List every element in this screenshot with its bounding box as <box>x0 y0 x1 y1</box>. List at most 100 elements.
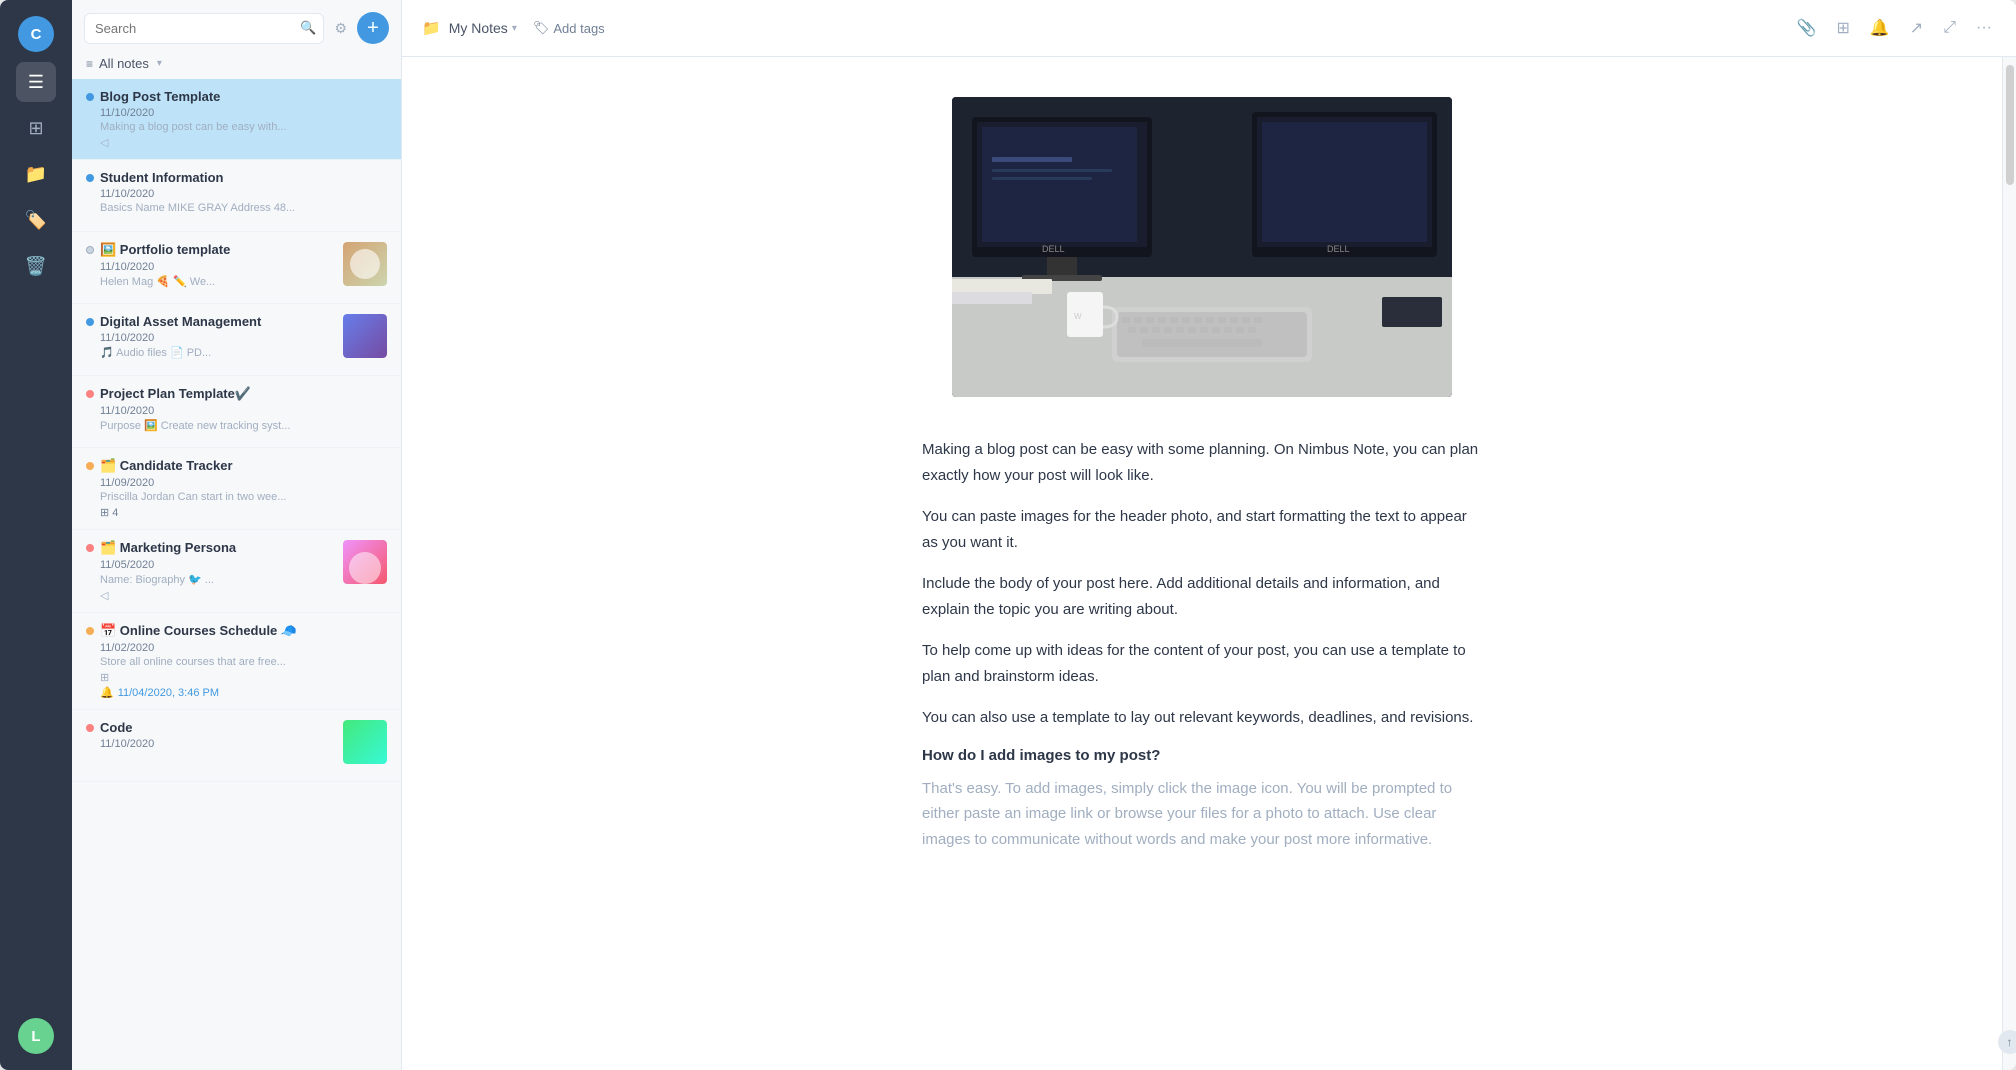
note-dot-red <box>86 724 94 732</box>
app-container: C ☰ ⊞ 📁 🏷️ 🗑️ L 🔍 ⚙ + ≡ All notes ▾ <box>0 0 2016 1070</box>
note-title: 🖼️ Portfolio template <box>100 242 343 258</box>
notes-panel: 🔍 ⚙ + ≡ All notes ▾ Blog Post Template 1… <box>72 0 402 1070</box>
search-input[interactable] <box>84 13 324 44</box>
note-dot-blue <box>86 174 94 182</box>
sidebar-item-folder[interactable]: 📁 <box>16 154 56 194</box>
note-share-icon: ◁ <box>86 136 387 149</box>
all-notes-header[interactable]: ≡ All notes ▾ <box>72 52 401 79</box>
notes-list-icon: ≡ <box>86 57 93 71</box>
toolbar-right: 📎 ⊞ 🔔 ↗ ⤢ ··· <box>1793 14 1996 42</box>
note-date: 11/10/2020 <box>86 261 343 273</box>
note-paragraph-2: You can paste images for the header phot… <box>922 504 1482 555</box>
all-notes-label: All notes <box>99 56 149 71</box>
note-dot-gray <box>86 246 94 254</box>
sidebar-item-menu[interactable]: ☰ <box>16 62 56 102</box>
note-preview: Making a blog post can be easy with... <box>86 121 387 133</box>
note-title: 🗂️ Candidate Tracker <box>100 458 387 474</box>
note-body: Making a blog post can be easy with some… <box>922 437 1482 852</box>
note-preview: Basics Name MIKE GRAY Address 48... <box>86 202 387 214</box>
note-title: Blog Post Template <box>100 89 387 104</box>
svg-text:DELL: DELL <box>1042 244 1065 254</box>
note-paragraph-4: To help come up with ideas for the conte… <box>922 638 1482 689</box>
note-date: 11/10/2020 <box>86 405 387 417</box>
note-item-project-plan-template[interactable]: Project Plan Template✔️ 11/10/2020 Purpo… <box>72 376 401 448</box>
sidebar-item-tags[interactable]: 🏷️ <box>16 200 56 240</box>
icon-bar: C ☰ ⊞ 📁 🏷️ 🗑️ L <box>0 0 72 1070</box>
content-toolbar: 📁 My Notes ▾ 🏷 Add tags 📎 ⊞ 🔔 ↗ ⤢ ··· <box>402 0 2016 57</box>
note-paragraph-5: You can also use a template to lay out r… <box>922 705 1482 731</box>
note-item-candidate-tracker[interactable]: 🗂️ Candidate Tracker 11/09/2020 Priscill… <box>72 448 401 530</box>
note-date: 11/10/2020 <box>86 738 343 750</box>
note-thumbnail <box>343 540 387 584</box>
note-thumbnail <box>343 314 387 358</box>
note-dot-orange <box>86 462 94 470</box>
note-item-blog-post-template[interactable]: Blog Post Template 11/10/2020 Making a b… <box>72 79 401 160</box>
note-thumbnail <box>343 720 387 764</box>
breadcrumb: My Notes ▾ <box>449 20 517 36</box>
note-dot-orange <box>86 627 94 635</box>
note-title: Digital Asset Management <box>100 314 343 329</box>
note-date: 11/10/2020 <box>86 332 343 344</box>
note-content-scroll[interactable]: W DELL DELL Making a blog post can be ea… <box>402 57 2002 1070</box>
notifications-icon[interactable]: 🔔 <box>1866 14 1894 42</box>
main-content: 📁 My Notes ▾ 🏷 Add tags 📎 ⊞ 🔔 ↗ ⤢ ··· <box>402 0 2016 1070</box>
note-shared-date: 🔔11/04/2020, 3:46 PM <box>86 686 387 699</box>
note-share-icon: ◁ <box>86 589 343 602</box>
breadcrumb-chevron-icon[interactable]: ▾ <box>512 23 517 34</box>
note-preview: Priscilla Jordan Can start in two wee... <box>86 491 387 503</box>
note-date: 11/02/2020 <box>86 642 387 654</box>
note-count-badge: ⊞4 <box>86 506 387 519</box>
search-bar: 🔍 ⚙ + <box>72 0 401 52</box>
note-title: 🗂️ Marketing Persona <box>100 540 343 556</box>
note-item-online-courses-schedule[interactable]: 📅 Online Courses Schedule 🧢 11/02/2020 S… <box>72 613 401 710</box>
note-shared-indicator: ⊞ <box>86 671 387 684</box>
note-preview: Purpose 🖼️ Create new tracking syst... <box>86 419 387 432</box>
scrollbar-thumb[interactable] <box>2006 65 2014 185</box>
note-title: Student Information <box>100 170 387 185</box>
add-note-button[interactable]: + <box>357 12 389 44</box>
share-icon[interactable]: ↗ <box>1906 14 1927 42</box>
all-notes-chevron-icon: ▾ <box>157 58 162 69</box>
sidebar-item-grid[interactable]: ⊞ <box>16 108 56 148</box>
note-preview: Name: Biography 🐦 ... <box>86 573 343 586</box>
more-options-icon[interactable]: ··· <box>1972 15 1996 41</box>
note-date: 11/10/2020 <box>86 188 387 200</box>
note-dot-red <box>86 544 94 552</box>
note-date: 11/09/2020 <box>86 477 387 489</box>
svg-text:DELL: DELL <box>1327 244 1350 254</box>
note-preview: Store all online courses that are free..… <box>86 656 387 668</box>
sidebar-item-trash[interactable]: 🗑️ <box>16 246 56 286</box>
note-heading-images: How do I add images to my post? <box>922 747 1482 764</box>
attach-icon[interactable]: 📎 <box>1793 14 1821 42</box>
svg-text:W: W <box>1074 312 1082 321</box>
note-item-portfolio-template[interactable]: 🖼️ Portfolio template 11/10/2020 Helen M… <box>72 232 401 304</box>
note-thumbnail <box>343 242 387 286</box>
scrollbar-area: ↑ <box>2002 57 2016 1070</box>
notes-list: Blog Post Template 11/10/2020 Making a b… <box>72 79 401 1070</box>
note-item-marketing-persona[interactable]: 🗂️ Marketing Persona 11/05/2020 Name: Bi… <box>72 530 401 613</box>
grid-view-icon[interactable]: ⊞ <box>1832 14 1853 42</box>
user-avatar-bottom[interactable]: L <box>18 1018 54 1054</box>
user-avatar-top[interactable]: C <box>18 16 54 52</box>
note-preview: Helen Mag 🍕 ✏️ We... <box>86 275 343 288</box>
note-dot-blue <box>86 318 94 326</box>
note-title: Project Plan Template✔️ <box>100 386 387 402</box>
note-item-code[interactable]: Code 11/10/2020 <box>72 710 401 782</box>
note-item-student-information[interactable]: Student Information 11/10/2020 Basics Na… <box>72 160 401 232</box>
note-date: 11/05/2020 <box>86 559 343 571</box>
scroll-to-top-button[interactable]: ↑ <box>1998 1030 2016 1054</box>
note-title: Code <box>100 720 343 735</box>
note-date: 11/10/2020 <box>86 107 387 119</box>
note-paragraph-1: Making a blog post can be easy with some… <box>922 437 1482 488</box>
note-item-digital-asset-management[interactable]: Digital Asset Management 11/10/2020 🎵 Au… <box>72 304 401 376</box>
folder-icon: 📁 <box>422 19 441 37</box>
add-tags-button[interactable]: 🏷 Add tags <box>525 16 613 40</box>
add-tags-label: Add tags <box>553 21 604 36</box>
note-dot-blue <box>86 93 94 101</box>
filter-icon[interactable]: ⚙ <box>330 16 351 41</box>
expand-icon[interactable]: ⤢ <box>1939 15 1960 41</box>
tag-icon: 🏷 <box>533 20 550 36</box>
note-paragraph-3: Include the body of your post here. Add … <box>922 571 1482 622</box>
note-title: 📅 Online Courses Schedule 🧢 <box>100 623 387 639</box>
note-preview: 🎵 Audio files 📄 PD... <box>86 346 343 359</box>
